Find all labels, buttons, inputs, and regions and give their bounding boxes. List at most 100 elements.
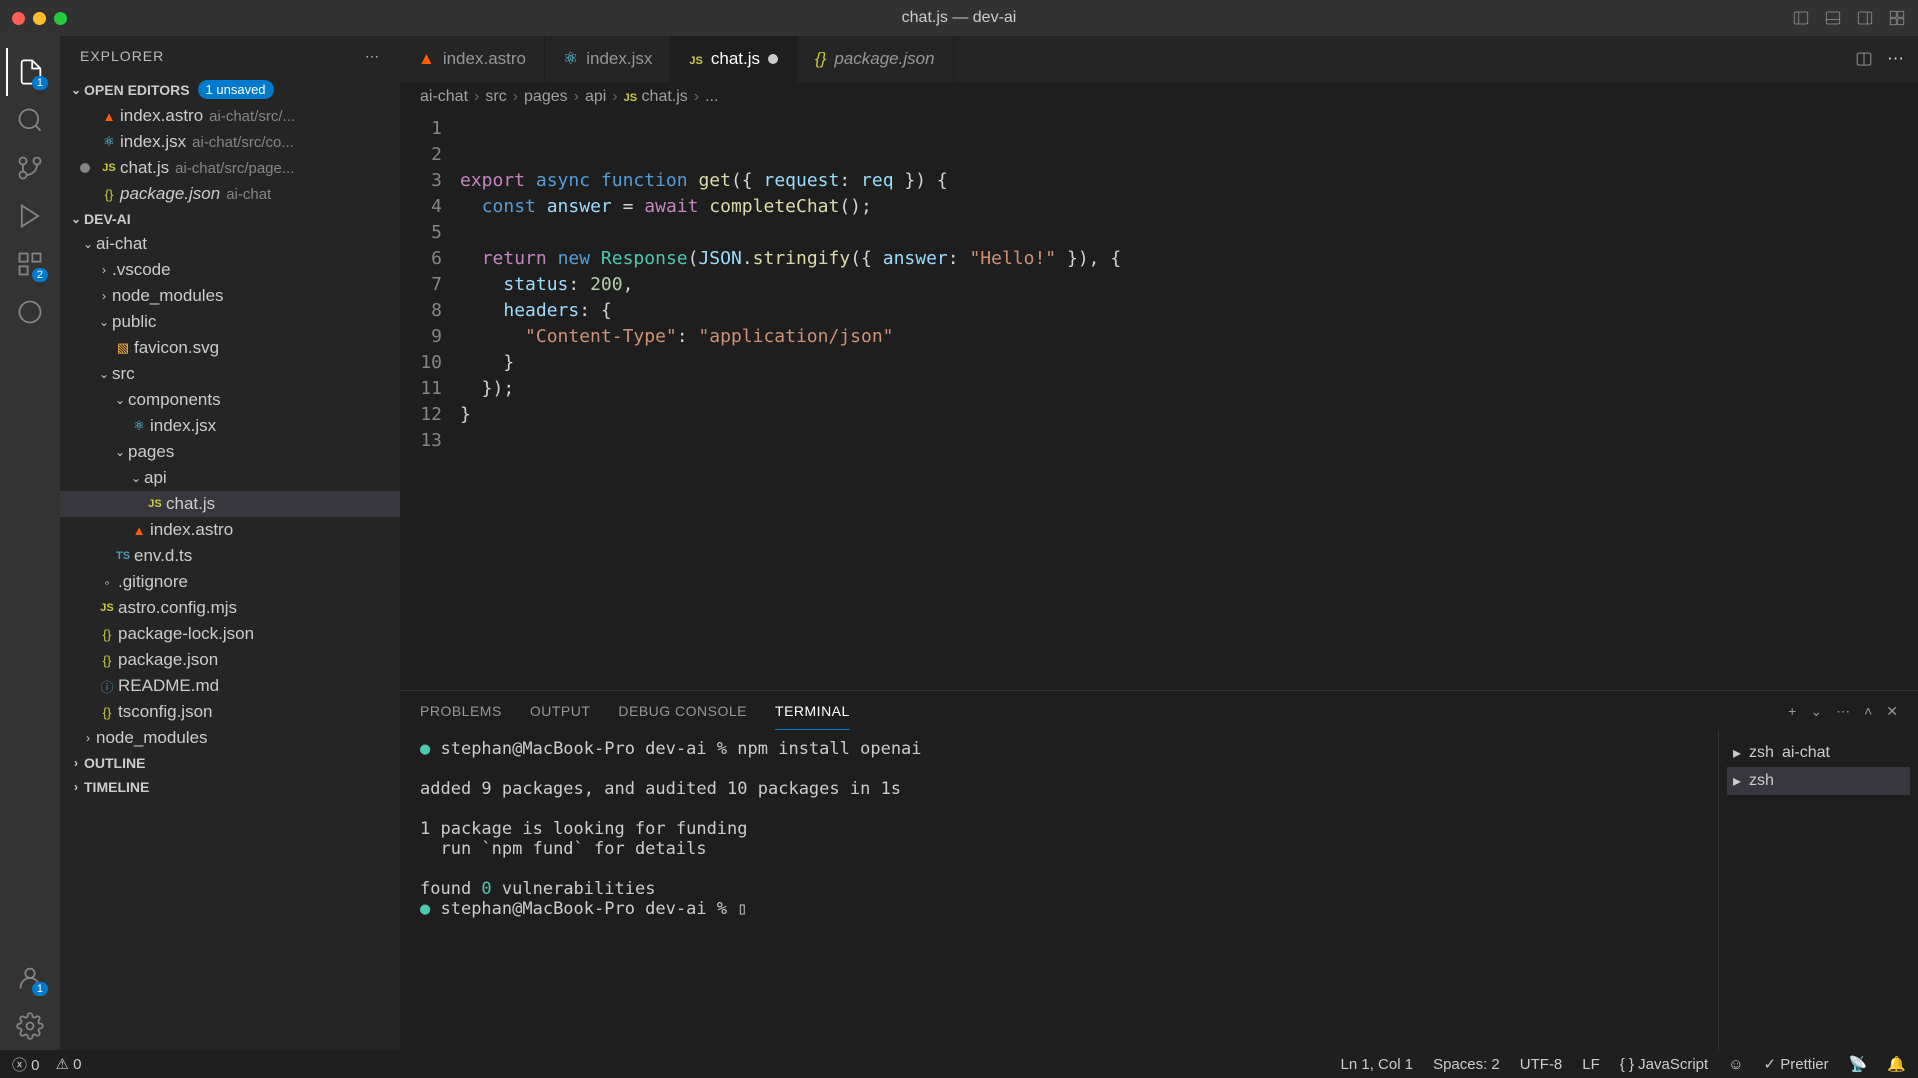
activity-run-debug[interactable] <box>6 192 54 240</box>
file-icon: {} <box>96 627 118 642</box>
titlebar: chat.js — dev-ai <box>0 0 1918 36</box>
timeline-label: TIMELINE <box>84 779 149 795</box>
folder-item[interactable]: ⌄pages <box>60 439 400 465</box>
activity-extensions[interactable]: 2 <box>6 240 54 288</box>
panel-tab-terminal[interactable]: TERMINAL <box>775 693 850 730</box>
open-editor-item[interactable]: JSchat.jsai-chat/src/page... <box>60 155 400 181</box>
file-item[interactable]: ◦.gitignore <box>60 569 400 595</box>
terminal-session[interactable]: ▸zshai-chat <box>1727 739 1910 767</box>
editor-tab[interactable]: {}package.json <box>797 36 954 82</box>
outline-header[interactable]: › OUTLINE <box>60 751 400 775</box>
chevron-icon: ⌄ <box>128 471 144 485</box>
file-item[interactable]: ▧favicon.svg <box>60 335 400 361</box>
tree-item-label: README.md <box>118 676 219 696</box>
activity-search[interactable] <box>6 96 54 144</box>
breadcrumb-segment[interactable]: src <box>485 88 506 106</box>
timeline-header[interactable]: › TIMELINE <box>60 775 400 799</box>
file-icon: JS <box>144 498 166 510</box>
terminal-dropdown-icon[interactable]: ⌄ <box>1810 703 1822 720</box>
folder-item[interactable]: ›node_modules <box>60 283 400 309</box>
open-editors-header[interactable]: ⌄ OPEN EDITORS 1 unsaved <box>60 76 400 103</box>
status-language[interactable]: { } JavaScript <box>1620 1056 1708 1073</box>
editor-tab[interactable]: ▲index.astro <box>400 36 545 82</box>
new-terminal-icon[interactable]: + <box>1788 703 1796 719</box>
editor-tab[interactable]: ⚛index.jsx <box>545 36 671 82</box>
activity-accounts[interactable]: 1 <box>6 954 54 1002</box>
panel-tab-debug[interactable]: DEBUG CONSOLE <box>618 693 747 729</box>
terminal-session-detail: ai-chat <box>1782 744 1830 762</box>
folder-item[interactable]: ›.vscode <box>60 257 400 283</box>
panel-more-icon[interactable]: ⋯ <box>1836 703 1850 720</box>
workspace-header[interactable]: ⌄ DEV-AI <box>60 207 400 231</box>
folder-item[interactable]: ⌄ai-chat <box>60 231 400 257</box>
activity-settings[interactable] <box>6 1002 54 1050</box>
status-prettier[interactable]: ✓ Prettier <box>1764 1055 1829 1073</box>
file-item[interactable]: ⚛index.jsx <box>60 413 400 439</box>
explorer-sidebar: EXPLORER ⋯ ⌄ OPEN EDITORS 1 unsaved ▲ind… <box>60 36 400 1050</box>
code-content[interactable]: export async function get({ request: req… <box>460 116 1918 690</box>
maximize-window-button[interactable] <box>54 12 67 25</box>
breadcrumb[interactable]: ai-chat›src›pages›api›JS chat.js›... <box>400 82 1918 112</box>
status-encoding[interactable]: UTF-8 <box>1520 1056 1563 1073</box>
status-cursor[interactable]: Ln 1, Col 1 <box>1341 1056 1414 1073</box>
outline-label: OUTLINE <box>84 755 145 771</box>
panel-tab-output[interactable]: OUTPUT <box>530 693 591 729</box>
file-item[interactable]: {}package-lock.json <box>60 621 400 647</box>
tab-more-icon[interactable]: ⋯ <box>1887 49 1904 69</box>
minimize-window-button[interactable] <box>33 12 46 25</box>
split-editor-icon[interactable] <box>1855 50 1873 68</box>
breadcrumb-segment[interactable]: api <box>585 88 606 106</box>
maximize-panel-icon[interactable]: ˄ <box>1864 703 1872 719</box>
file-item[interactable]: {}package.json <box>60 647 400 673</box>
activity-explorer[interactable]: 1 <box>6 48 54 96</box>
customize-layout-icon[interactable] <box>1888 9 1906 27</box>
toggle-panel-icon[interactable] <box>1824 9 1842 27</box>
file-path: ai-chat <box>226 186 271 203</box>
breadcrumb-segment[interactable]: ... <box>705 88 718 106</box>
folder-item[interactable]: ⌄components <box>60 387 400 413</box>
activity-edge[interactable] <box>6 288 54 336</box>
status-errors[interactable]: ⓧ 0 <box>12 1054 40 1075</box>
file-item[interactable]: JSchat.js <box>60 491 400 517</box>
file-item[interactable]: ▲index.astro <box>60 517 400 543</box>
close-window-button[interactable] <box>12 12 25 25</box>
folder-item[interactable]: ⌄public <box>60 309 400 335</box>
file-item[interactable]: {}tsconfig.json <box>60 699 400 725</box>
breadcrumb-segment[interactable]: pages <box>524 88 568 106</box>
chevron-icon: ⌄ <box>80 237 96 251</box>
panel-tab-problems[interactable]: PROBLEMS <box>420 693 502 729</box>
chevron-icon: ⌄ <box>96 367 112 381</box>
status-eol[interactable]: LF <box>1582 1056 1600 1073</box>
status-warnings[interactable]: ⚠ 0 <box>56 1055 82 1073</box>
explorer-more-icon[interactable]: ⋯ <box>365 48 380 65</box>
chevron-right-icon: › <box>68 756 84 770</box>
open-editor-item[interactable]: {}package.jsonai-chat <box>60 181 400 207</box>
tree-item-label: .gitignore <box>118 572 188 592</box>
terminal-output[interactable]: ● stephan@MacBook-Pro dev-ai % npm insta… <box>400 731 1718 1050</box>
close-panel-icon[interactable]: ✕ <box>1886 703 1898 720</box>
toggle-secondary-sidebar-icon[interactable] <box>1856 9 1874 27</box>
activity-source-control[interactable] <box>6 144 54 192</box>
status-spaces[interactable]: Spaces: 2 <box>1433 1056 1500 1073</box>
file-item[interactable]: TSenv.d.ts <box>60 543 400 569</box>
terminal-session[interactable]: ▸zsh <box>1727 767 1910 795</box>
status-go-live-icon[interactable]: 📡 <box>1849 1055 1868 1073</box>
open-editor-item[interactable]: ⚛index.jsxai-chat/src/co... <box>60 129 400 155</box>
folder-item[interactable]: ⌄api <box>60 465 400 491</box>
status-bell-icon[interactable]: 🔔 <box>1887 1055 1906 1073</box>
file-item[interactable]: JSastro.config.mjs <box>60 595 400 621</box>
toggle-primary-sidebar-icon[interactable] <box>1792 9 1810 27</box>
editor-tab[interactable]: JSchat.js <box>671 36 797 82</box>
code-editor[interactable]: 12345678910111213 export async function … <box>400 112 1918 690</box>
activity-bar: 1 2 1 <box>0 36 60 1050</box>
status-feedback-icon[interactable]: ☺ <box>1728 1056 1743 1073</box>
breadcrumb-segment[interactable]: ai-chat <box>420 88 468 106</box>
folder-item[interactable]: ›node_modules <box>60 725 400 751</box>
file-icon: ▧ <box>112 340 134 356</box>
file-path: ai-chat/src/page... <box>175 160 294 177</box>
file-item[interactable]: ⓘREADME.md <box>60 673 400 699</box>
open-editor-item[interactable]: ▲index.astroai-chat/src/... <box>60 103 400 129</box>
chevron-icon: ⌄ <box>96 315 112 329</box>
breadcrumb-segment[interactable]: JS chat.js <box>624 88 688 106</box>
folder-item[interactable]: ⌄src <box>60 361 400 387</box>
